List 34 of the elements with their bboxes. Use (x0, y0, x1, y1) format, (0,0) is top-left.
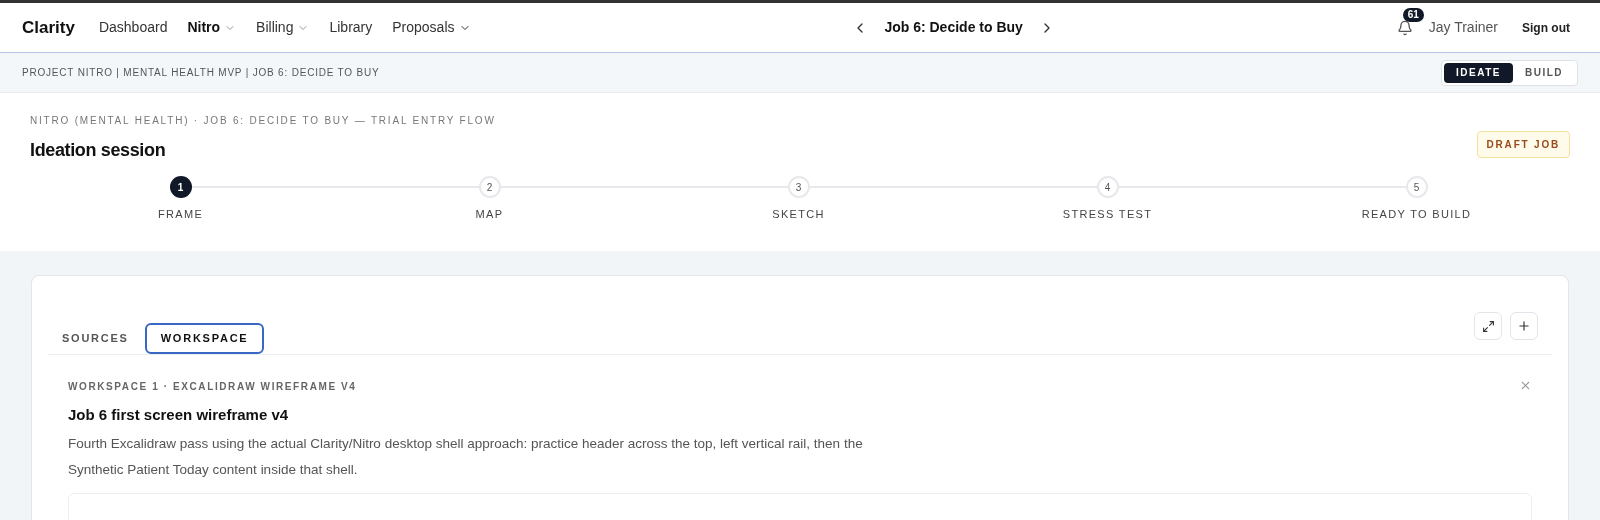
panel-tab[interactable]: SOURCES (62, 323, 129, 354)
session-eyebrow: NITRO (MENTAL HEALTH) · JOB 6: DECIDE TO BUY — TRIAL ENTRY FLOW (30, 114, 496, 128)
notification-count: 61 (1402, 7, 1424, 22)
step-label: SKETCH (772, 207, 825, 222)
workspace-description: Fourth Excalidraw pass using the actual Clarity/Nitro desktop shell approach: practice header across the top, left vertical rail, then the Synthetic Patient Today content inside that shell. (68, 434, 864, 479)
step-label: READY TO BUILD (1361, 207, 1472, 222)
step-label: MAP (475, 207, 504, 222)
close-button[interactable] (1519, 379, 1532, 392)
nav-link[interactable]: Library (329, 17, 373, 38)
mode-tab[interactable]: BUILD (1512, 62, 1575, 83)
mode-tab[interactable]: IDEATE (1444, 62, 1513, 83)
sign-out-button[interactable]: Sign out (1522, 18, 1570, 37)
step-label: STRESS TEST (1062, 207, 1153, 222)
expand-button[interactable] (1474, 312, 1502, 340)
workspace-title: Job 6 first screen wireframe v4 (68, 405, 290, 425)
breadcrumb: PROJECT NITRO | MENTAL HEALTH MVP | JOB 6: DECIDE TO BUY (22, 66, 380, 80)
plus-icon (1517, 319, 1531, 333)
nav-link[interactable]: Nitro (187, 17, 237, 38)
app-logo[interactable]: Clarity (22, 14, 75, 41)
close-icon (1519, 379, 1532, 392)
notifications-button[interactable] (1396, 19, 1413, 36)
bell-icon (1396, 19, 1413, 36)
nav-link[interactable]: Proposals (392, 17, 471, 38)
panel-tab[interactable]: WORKSPACE (144, 323, 265, 354)
nav-link[interactable]: Dashboard (98, 17, 168, 38)
status-badge: DRAFT JOB (1476, 131, 1570, 158)
add-button[interactable] (1510, 312, 1538, 340)
step-label: FRAME (157, 207, 204, 222)
nav-link[interactable]: Billing (256, 17, 310, 38)
user-name: Jay Trainer (1428, 18, 1498, 37)
expand-icon (1481, 319, 1495, 333)
session-title: Ideation session (30, 139, 167, 162)
workspace-eyebrow: WORKSPACE 1 · EXCALIDRAW WIREFRAME V4 (68, 380, 357, 394)
job-title: Job 6: Decide to Buy (884, 18, 1023, 37)
